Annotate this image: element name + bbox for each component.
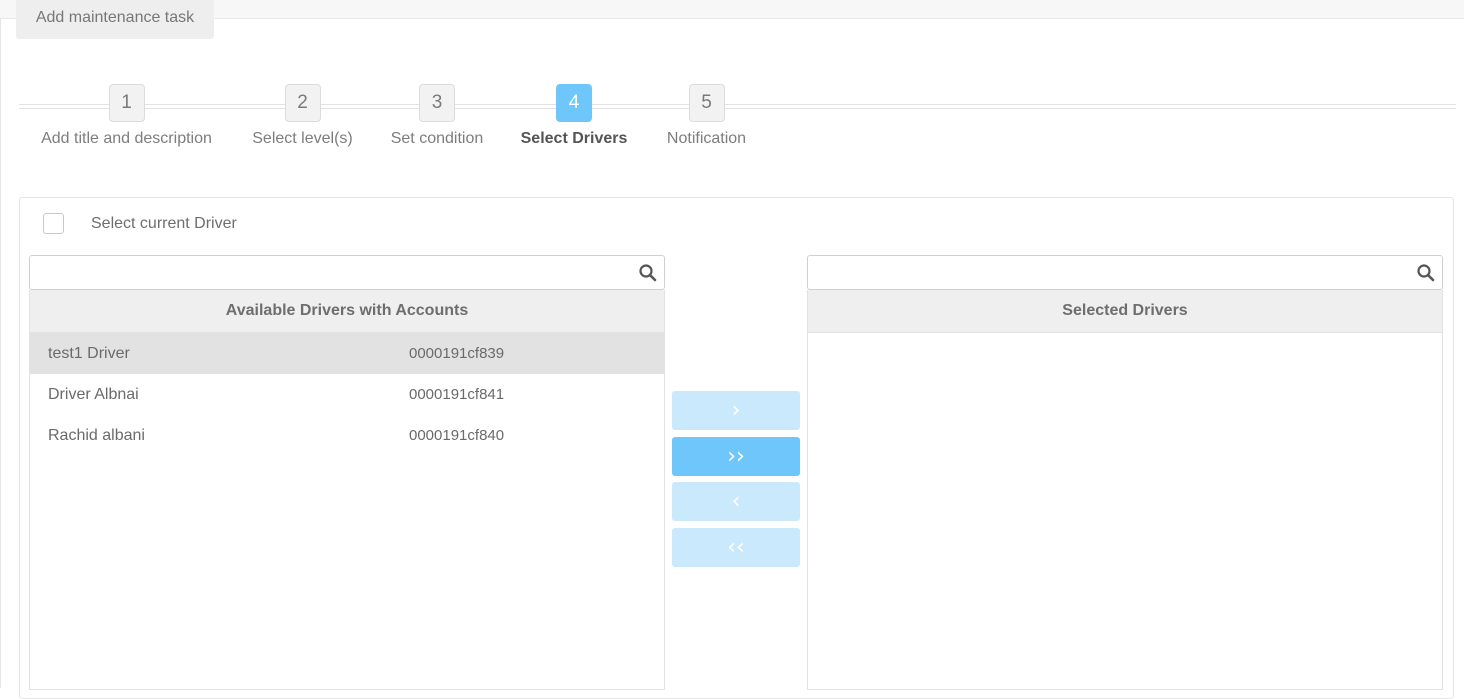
wizard-step-3[interactable]: 3 Set condition [388, 84, 486, 148]
step-label: Add title and description [41, 130, 212, 147]
available-drivers-list: Available Drivers with Accounts test1 Dr… [29, 290, 665, 690]
content-border [0, 18, 1, 688]
step-number: 1 [108, 84, 145, 122]
driver-account: 0000191cf840 [409, 427, 505, 444]
step-number: 4 [556, 84, 592, 122]
available-search-input[interactable] [30, 256, 617, 289]
wizard-step-2[interactable]: 2 Select level(s) [252, 84, 353, 148]
step-number: 5 [688, 84, 725, 122]
driver-account: 0000191cf841 [409, 386, 505, 403]
select-current-driver-checkbox[interactable] [43, 213, 64, 234]
step-number: 3 [419, 84, 455, 122]
driver-name: test1 Driver [48, 345, 130, 362]
step-label: Select Drivers [520, 130, 628, 147]
driver-name: Rachid albani [48, 427, 145, 444]
move-selected-button[interactable]: › [672, 391, 800, 430]
wizard-step-5[interactable]: 5 Notification [663, 84, 750, 148]
step-number: 2 [284, 84, 321, 122]
list-item[interactable]: test1 Driver 0000191cf839 [30, 333, 664, 374]
search-icon[interactable] [1416, 263, 1436, 283]
move-all-button[interactable]: ›› [672, 437, 800, 476]
remove-selected-button[interactable]: ‹ [672, 482, 800, 521]
step-label: Select level(s) [252, 130, 353, 147]
list-item[interactable]: Driver Albnai 0000191cf841 [30, 374, 664, 415]
remove-all-button[interactable]: ‹‹ [672, 528, 800, 567]
driver-name: Driver Albnai [48, 386, 139, 403]
step-label: Notification [666, 130, 747, 147]
select-current-driver-label: Select current Driver [91, 215, 237, 232]
available-drivers-header: Available Drivers with Accounts [30, 290, 664, 333]
step-label: Set condition [390, 130, 484, 147]
list-item[interactable]: Rachid albani 0000191cf840 [30, 415, 664, 456]
selected-drivers-header: Selected Drivers [808, 290, 1442, 333]
top-bar [0, 0, 1464, 19]
driver-account: 0000191cf839 [409, 345, 505, 362]
search-icon[interactable] [638, 263, 658, 283]
tab-add-maintenance-task[interactable]: Add maintenance task [16, 0, 214, 39]
wizard-step-1[interactable]: 1 Add title and description [36, 84, 217, 148]
selected-search-input[interactable] [808, 256, 1395, 289]
selected-search-box [807, 255, 1443, 290]
selected-drivers-list: Selected Drivers [807, 290, 1443, 690]
wizard-step-4[interactable]: 4 Select Drivers [520, 84, 628, 148]
available-search-box [29, 255, 665, 290]
